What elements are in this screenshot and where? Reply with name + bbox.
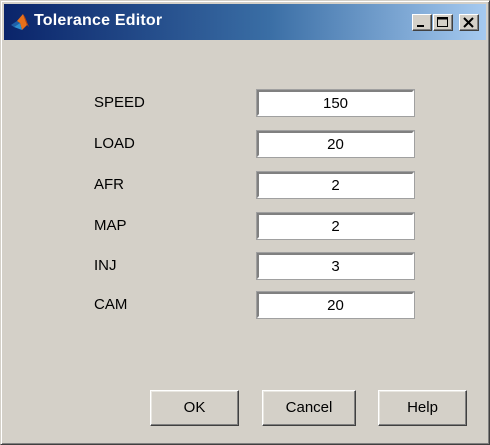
load-field[interactable]	[256, 130, 415, 158]
cam-field[interactable]	[256, 291, 415, 319]
cam-label: CAM	[94, 296, 128, 313]
maximize-icon	[437, 17, 448, 27]
minimize-icon	[417, 25, 424, 27]
cancel-button[interactable]: Cancel	[262, 390, 356, 426]
map-label: MAP	[94, 217, 127, 234]
load-label: LOAD	[94, 135, 135, 152]
close-icon	[463, 17, 474, 28]
afr-label: AFR	[94, 176, 124, 193]
help-button[interactable]: Help	[378, 390, 467, 426]
map-field[interactable]	[256, 212, 415, 240]
inj-label: INJ	[94, 257, 117, 274]
ok-button[interactable]: OK	[150, 390, 239, 426]
afr-field[interactable]	[256, 171, 415, 199]
inj-field[interactable]	[256, 252, 415, 280]
minimize-button[interactable]	[412, 14, 432, 31]
close-button[interactable]	[459, 14, 479, 31]
speed-label: SPEED	[94, 94, 145, 111]
matlab-logo-icon	[10, 13, 30, 33]
window-title: Tolerance Editor	[34, 12, 163, 29]
tolerance-editor-window: Tolerance Editor SPEED LOAD AFR MAP INJ	[0, 0, 490, 445]
maximize-button[interactable]	[433, 14, 453, 31]
speed-field[interactable]	[256, 89, 415, 117]
title-bar[interactable]: Tolerance Editor	[4, 4, 486, 40]
